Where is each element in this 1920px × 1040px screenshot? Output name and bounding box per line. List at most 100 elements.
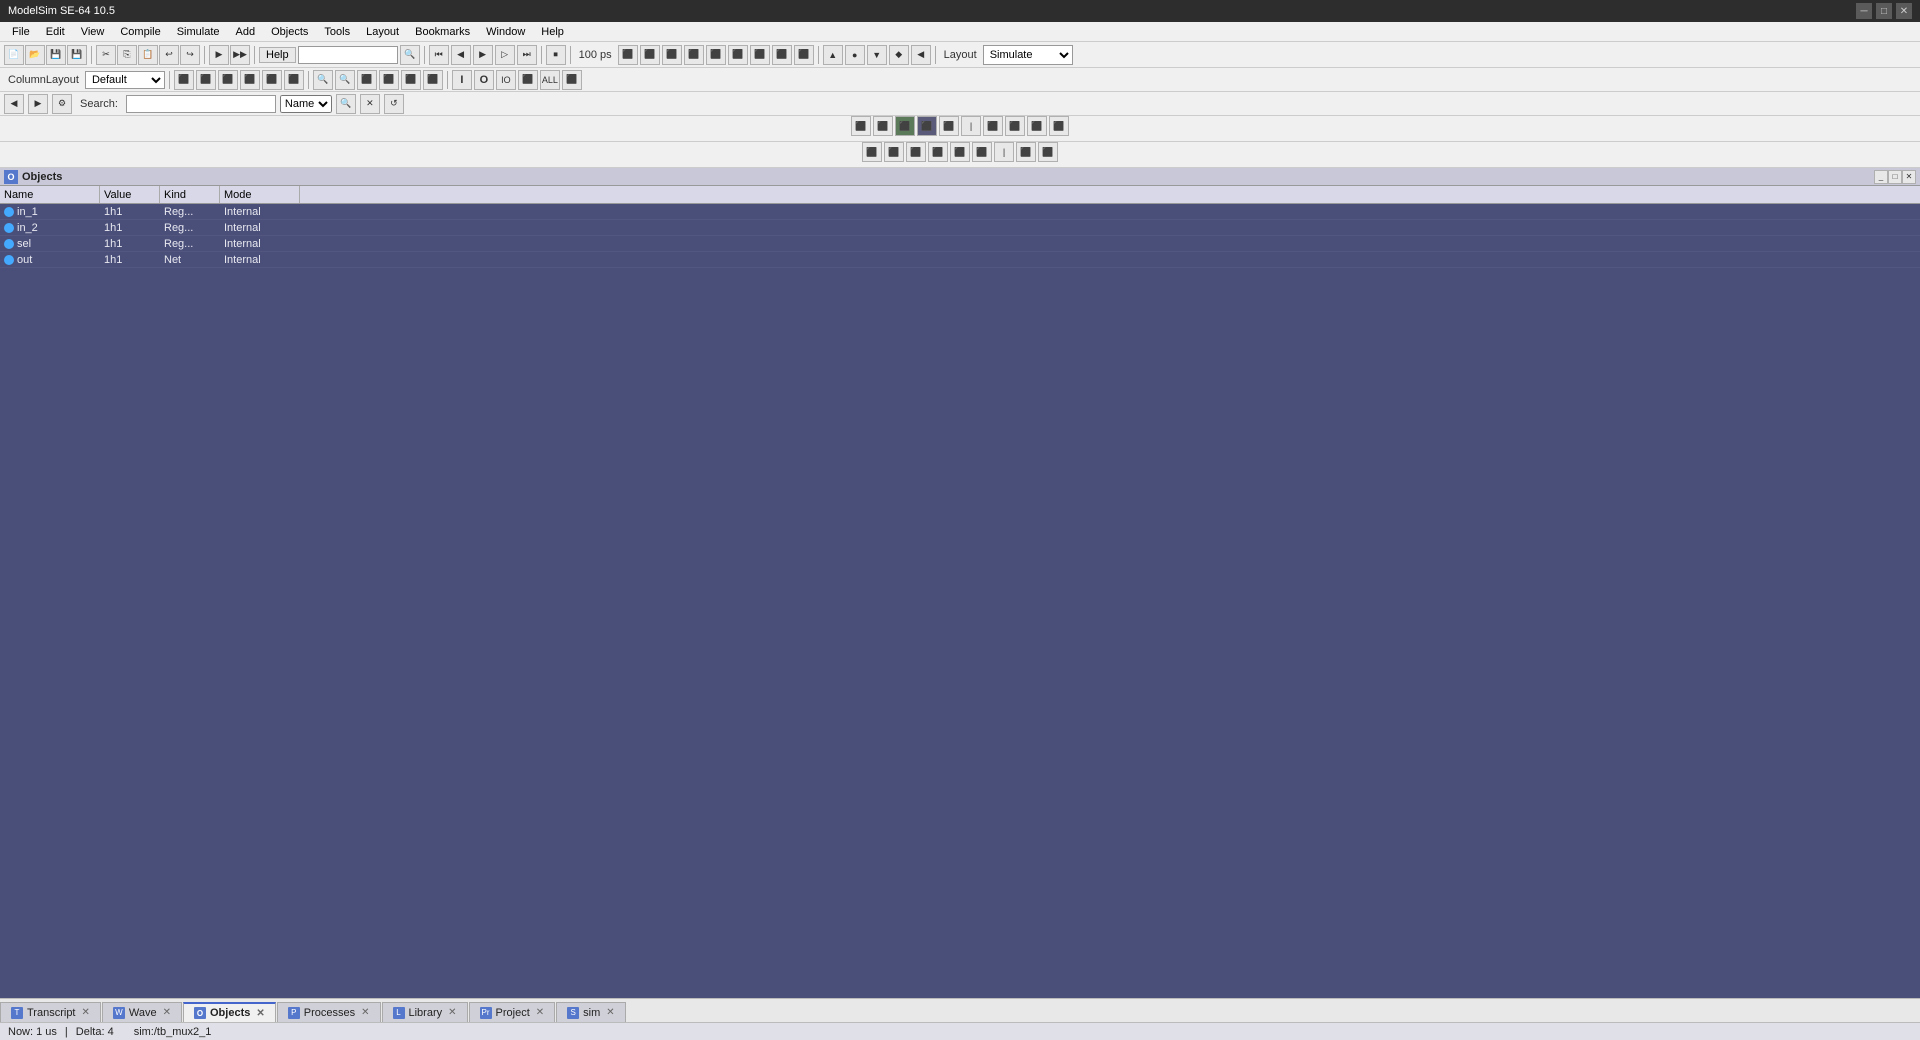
new-btn[interactable]: 📄 bbox=[4, 45, 24, 65]
bottom-tab-objects[interactable]: O Objects ✕ bbox=[183, 1002, 276, 1022]
layout-select[interactable]: Simulate Debug Default bbox=[983, 45, 1073, 65]
run-btn[interactable]: ▶ bbox=[473, 45, 493, 65]
wave-btn3[interactable]: ⬛ bbox=[662, 45, 682, 65]
table-row[interactable]: sel 1h1 Reg... Internal bbox=[0, 236, 1920, 252]
more-btn1[interactable]: ▲ bbox=[823, 45, 843, 65]
save-all-btn[interactable]: 💾 bbox=[67, 45, 87, 65]
minimize-button[interactable]: ─ bbox=[1856, 3, 1872, 19]
undo-btn[interactable]: ↩ bbox=[159, 45, 179, 65]
sig-btn-ALL[interactable]: ALL bbox=[540, 70, 560, 90]
search-input[interactable] bbox=[126, 95, 276, 113]
wave-btn9[interactable]: ⬛ bbox=[794, 45, 814, 65]
menu-help[interactable]: Help bbox=[533, 24, 572, 40]
search-fwd-btn[interactable]: ▶ bbox=[28, 94, 48, 114]
menu-edit[interactable]: Edit bbox=[38, 24, 73, 40]
wt28[interactable]: ⬛ bbox=[1016, 142, 1036, 162]
table-row[interactable]: in_1 1h1 Reg... Internal bbox=[0, 204, 1920, 220]
wt23[interactable]: ⬛ bbox=[906, 142, 926, 162]
wt10[interactable]: ⬛ bbox=[1049, 116, 1069, 136]
wave-btn4[interactable]: ⬛ bbox=[684, 45, 704, 65]
wt21[interactable]: ⬛ bbox=[862, 142, 882, 162]
step-back-btn[interactable]: ◀ bbox=[451, 45, 471, 65]
bottom-tab-project[interactable]: Pr Project ✕ bbox=[469, 1002, 556, 1022]
wt5[interactable]: ⬛ bbox=[939, 116, 959, 136]
sim-btn[interactable]: ▶▶ bbox=[230, 45, 250, 65]
wt24[interactable]: ⬛ bbox=[928, 142, 948, 162]
zoom-extra2[interactable]: ⬛ bbox=[423, 70, 443, 90]
menu-simulate[interactable]: Simulate bbox=[169, 24, 228, 40]
tab-close-0[interactable]: ✕ bbox=[82, 1007, 90, 1018]
menu-compile[interactable]: Compile bbox=[112, 24, 168, 40]
sig-btn-rect[interactable]: ⬛ bbox=[518, 70, 538, 90]
objects-min-btn[interactable]: _ bbox=[1874, 170, 1888, 184]
sig-btn-O[interactable]: O bbox=[474, 70, 494, 90]
paste-btn[interactable]: 📋 bbox=[138, 45, 158, 65]
search-opts-btn[interactable]: ⚙ bbox=[52, 94, 72, 114]
menu-file[interactable]: File bbox=[4, 24, 38, 40]
search-clear-btn[interactable]: ✕ bbox=[360, 94, 380, 114]
col-btn6[interactable]: ⬛ bbox=[284, 70, 304, 90]
help-button[interactable]: Help bbox=[259, 47, 296, 63]
col-btn1[interactable]: ⬛ bbox=[174, 70, 194, 90]
col-btn2[interactable]: ⬛ bbox=[196, 70, 216, 90]
zoom-fit-btn[interactable]: ⬛ bbox=[357, 70, 377, 90]
menu-view[interactable]: View bbox=[73, 24, 113, 40]
wt6[interactable]: | bbox=[961, 116, 981, 136]
wt22[interactable]: ⬛ bbox=[884, 142, 904, 162]
col-btn5[interactable]: ⬛ bbox=[262, 70, 282, 90]
zoom-sel-btn[interactable]: ⬛ bbox=[379, 70, 399, 90]
maximize-button[interactable]: □ bbox=[1876, 3, 1892, 19]
redo-btn[interactable]: ↪ bbox=[180, 45, 200, 65]
wave-btn8[interactable]: ⬛ bbox=[772, 45, 792, 65]
tab-close-3[interactable]: ✕ bbox=[361, 1007, 369, 1018]
bottom-tab-wave[interactable]: W Wave ✕ bbox=[102, 1002, 182, 1022]
table-row[interactable]: out 1h1 Net Internal bbox=[0, 252, 1920, 268]
wt8[interactable]: ⬛ bbox=[1005, 116, 1025, 136]
tab-close-4[interactable]: ✕ bbox=[448, 1007, 456, 1018]
sig-btn-I[interactable]: I bbox=[452, 70, 472, 90]
bottom-tab-transcript[interactable]: T Transcript ✕ bbox=[0, 1002, 101, 1022]
wt27[interactable]: | bbox=[994, 142, 1014, 162]
wave-btn5[interactable]: ⬛ bbox=[706, 45, 726, 65]
wave-btn7[interactable]: ⬛ bbox=[750, 45, 770, 65]
close-button[interactable]: ✕ bbox=[1896, 3, 1912, 19]
menu-tools[interactable]: Tools bbox=[316, 24, 358, 40]
tab-close-1[interactable]: ✕ bbox=[163, 1007, 171, 1018]
menu-add[interactable]: Add bbox=[228, 24, 264, 40]
tab-close-5[interactable]: ✕ bbox=[536, 1007, 544, 1018]
zoom-in-btn[interactable]: 🔍 bbox=[313, 70, 333, 90]
cut-btn[interactable]: ✂ bbox=[96, 45, 116, 65]
save-btn[interactable]: 💾 bbox=[46, 45, 66, 65]
objects-max-btn[interactable]: □ bbox=[1888, 170, 1902, 184]
copy-btn[interactable]: ⎘ bbox=[117, 45, 137, 65]
wt7[interactable]: ⬛ bbox=[983, 116, 1003, 136]
search-type-select[interactable]: Name Value bbox=[280, 95, 332, 113]
col-btn4[interactable]: ⬛ bbox=[240, 70, 260, 90]
bottom-tab-sim[interactable]: S sim ✕ bbox=[556, 1002, 626, 1022]
wave-btn2[interactable]: ⬛ bbox=[640, 45, 660, 65]
sig-btn-IO[interactable]: IO bbox=[496, 70, 516, 90]
table-row[interactable]: in_2 1h1 Reg... Internal bbox=[0, 220, 1920, 236]
wave-btn1[interactable]: ⬛ bbox=[618, 45, 638, 65]
help-input[interactable] bbox=[298, 46, 398, 64]
bottom-tab-library[interactable]: L Library ✕ bbox=[382, 1002, 468, 1022]
wt2[interactable]: ⬛ bbox=[873, 116, 893, 136]
tab-close-6[interactable]: ✕ bbox=[606, 1007, 614, 1018]
wt29[interactable]: ⬛ bbox=[1038, 142, 1058, 162]
search-go-btn[interactable]: 🔍 bbox=[336, 94, 356, 114]
zoom-extra1[interactable]: ⬛ bbox=[401, 70, 421, 90]
more-btn5[interactable]: ◀ bbox=[911, 45, 931, 65]
wt25[interactable]: ⬛ bbox=[950, 142, 970, 162]
wt9[interactable]: ⬛ bbox=[1027, 116, 1047, 136]
menu-layout[interactable]: Layout bbox=[358, 24, 407, 40]
bottom-tab-processes[interactable]: P Processes ✕ bbox=[277, 1002, 381, 1022]
zoom-out-btn[interactable]: 🔍 bbox=[335, 70, 355, 90]
menu-window[interactable]: Window bbox=[478, 24, 533, 40]
tab-close-2[interactable]: ✕ bbox=[256, 1008, 264, 1019]
sig-btn-extra[interactable]: ⬛ bbox=[562, 70, 582, 90]
more-btn4[interactable]: ◆ bbox=[889, 45, 909, 65]
stop-btn[interactable]: ⏹ bbox=[546, 45, 566, 65]
open-btn[interactable]: 📂 bbox=[25, 45, 45, 65]
wt3[interactable]: ⬛ bbox=[895, 116, 915, 136]
help-search-btn[interactable]: 🔍 bbox=[400, 45, 420, 65]
